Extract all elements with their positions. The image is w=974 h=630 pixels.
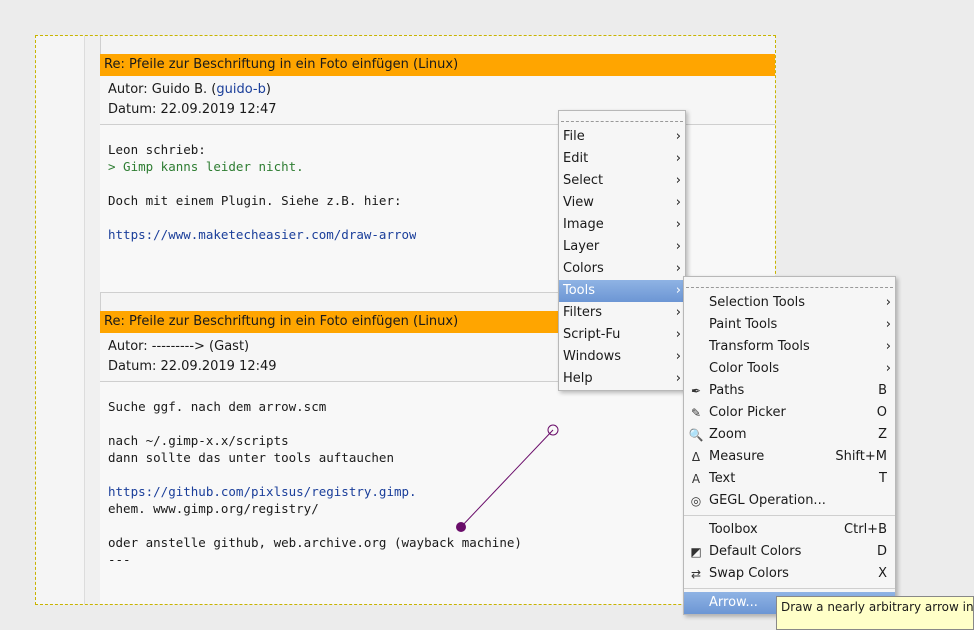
menu-item-measure[interactable]: Δ Measure Shift+M (684, 446, 895, 468)
tooltip: Draw a nearly arbitrary arrow in your im… (776, 596, 974, 630)
menu-item-label: Toolbox (709, 522, 758, 537)
menu-item-script-fu[interactable]: Script-Fu › (559, 324, 685, 346)
chevron-right-icon: › (675, 349, 681, 364)
chevron-right-icon: › (675, 239, 681, 254)
menu-item-label: Measure (709, 449, 765, 464)
menu-tearoff[interactable] (561, 111, 683, 122)
color-picker-icon: ✎ (690, 406, 702, 420)
menu-item-shortcut: Z (878, 427, 887, 442)
chevron-right-icon: › (675, 261, 681, 276)
menu-item-shortcut: O (876, 405, 887, 420)
chevron-right-icon: › (675, 195, 681, 210)
chevron-right-icon: › (885, 361, 891, 376)
menu-item-label: Edit (563, 151, 589, 166)
menu-item-image[interactable]: Image › (559, 214, 685, 236)
menu-item-toolbox[interactable]: Toolbox Ctrl+B (684, 519, 895, 541)
menu-item-label: Paths (709, 383, 745, 398)
menu-item-gegl-operation[interactable]: ◎ GEGL Operation... (684, 490, 895, 512)
menu-item-paths[interactable]: ✒ Paths B (684, 380, 895, 402)
menu-item-default-colors[interactable]: ◩ Default Colors D (684, 541, 895, 563)
menu-item-label: Selection Tools (709, 295, 806, 310)
menu-item-label: Default Colors (709, 544, 802, 559)
chevron-right-icon: › (885, 295, 891, 310)
menu-item-label: Script-Fu (563, 327, 621, 342)
menu-item-shortcut: Shift+M (835, 449, 887, 464)
menu-item-label: Select (563, 173, 604, 188)
menu-item-colors[interactable]: Colors › (559, 258, 685, 280)
default-colors-icon: ◩ (690, 545, 702, 559)
menu-item-view[interactable]: View › (559, 192, 685, 214)
menu-item-paint-tools[interactable]: Paint Tools › (684, 314, 895, 336)
swap-colors-icon: ⇄ (690, 567, 702, 581)
text-icon: A (691, 472, 701, 486)
menu-item-label: Colors (563, 261, 604, 276)
menu-item-label: Image (563, 217, 604, 232)
menu-item-selection-tools[interactable]: Selection Tools › (684, 292, 895, 314)
menu-item-label: Color Picker (709, 405, 786, 420)
path-anchor-start[interactable] (456, 522, 466, 532)
menu-tearoff[interactable] (686, 277, 893, 288)
menu-item-label: Text (709, 471, 736, 486)
menu-item-label: Transform Tools (709, 339, 810, 354)
menu-item-zoom[interactable]: 🔍 Zoom Z (684, 424, 895, 446)
chevron-right-icon: › (675, 151, 681, 166)
chevron-right-icon: › (675, 173, 681, 188)
menu-item-label: Filters (563, 305, 602, 320)
menu-item-label: Windows (563, 349, 622, 364)
menu-item-label: GEGL Operation... (709, 493, 826, 508)
menu-item-transform-tools[interactable]: Transform Tools › (684, 336, 895, 358)
chevron-right-icon: › (885, 317, 891, 332)
paths-icon: ✒ (690, 384, 702, 398)
menu-item-swap-colors[interactable]: ⇄ Swap Colors X (684, 563, 895, 585)
image-context-menu: File › Edit › Select › View › Image › Layer › Colors… (558, 110, 686, 391)
menu-item-shortcut: X (878, 566, 887, 581)
chevron-right-icon: › (675, 371, 681, 386)
menu-item-label: View (563, 195, 594, 210)
menu-item-shortcut: T (879, 471, 887, 486)
menu-separator (684, 588, 895, 589)
menu-item-text[interactable]: A Text T (684, 468, 895, 490)
menu-item-edit[interactable]: Edit › (559, 148, 685, 170)
chevron-right-icon: › (675, 327, 681, 342)
measure-icon: Δ (691, 450, 701, 464)
zoom-icon: 🔍 (688, 428, 704, 442)
menu-item-label: Help (563, 371, 593, 386)
menu-item-label: File (563, 129, 585, 144)
menu-item-label: Arrow... (709, 595, 758, 610)
menu-item-file[interactable]: File › (559, 126, 685, 148)
chevron-right-icon: › (675, 283, 681, 298)
chevron-right-icon: › (675, 217, 681, 232)
menu-item-label: Paint Tools (709, 317, 778, 332)
menu-item-label: Swap Colors (709, 566, 789, 581)
menu-item-windows[interactable]: Windows › (559, 346, 685, 368)
path-segment (460, 429, 554, 528)
menu-item-tools[interactable]: Tools › (559, 280, 685, 302)
menu-item-shortcut: Ctrl+B (844, 522, 887, 537)
menu-item-filters[interactable]: Filters › (559, 302, 685, 324)
menu-item-shortcut: B (878, 383, 887, 398)
chevron-right-icon: › (885, 339, 891, 354)
menu-item-label: Zoom (709, 427, 747, 442)
menu-item-label: Tools (563, 283, 596, 298)
gegl-icon: ◎ (690, 494, 702, 508)
menu-item-select[interactable]: Select › (559, 170, 685, 192)
menu-item-color-tools[interactable]: Color Tools › (684, 358, 895, 380)
menu-item-shortcut: D (876, 544, 887, 559)
menu-item-label: Color Tools (709, 361, 780, 376)
chevron-right-icon: › (675, 305, 681, 320)
chevron-right-icon: › (675, 129, 681, 144)
menu-item-help[interactable]: Help › (559, 368, 685, 390)
menu-item-label: Layer (563, 239, 600, 254)
tools-submenu: Selection Tools › Paint Tools › Transform To… (683, 276, 896, 615)
menu-item-layer[interactable]: Layer › (559, 236, 685, 258)
menu-separator (684, 515, 895, 516)
menu-item-color-picker[interactable]: ✎ Color Picker O (684, 402, 895, 424)
